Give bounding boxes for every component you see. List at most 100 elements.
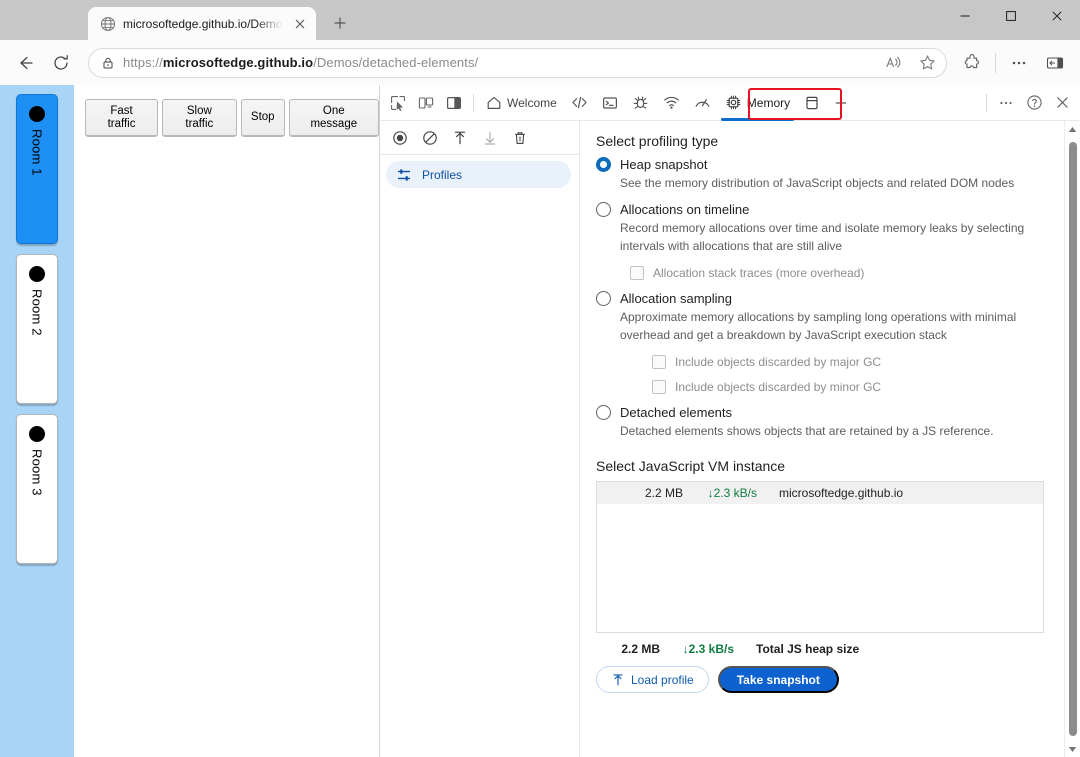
browser-settings-button[interactable]: [1002, 46, 1036, 80]
extensions-button[interactable]: [955, 46, 989, 80]
checkbox-label: Include objects discarded by major GC: [675, 355, 881, 369]
favorite-button[interactable]: [914, 50, 940, 76]
checkbox-indicator: [652, 355, 666, 369]
tab-console[interactable]: [595, 87, 625, 119]
address-bar[interactable]: https://microsoftedge.github.io/Demos/de…: [88, 48, 947, 78]
minimize-button[interactable]: [942, 0, 988, 32]
vm-heap-rate: ↓2.3 kB/s: [683, 486, 757, 500]
tab-welcome[interactable]: Welcome: [479, 87, 564, 119]
clear-button[interactable]: [416, 124, 444, 152]
memory-chip-icon: [725, 94, 742, 111]
vm-instance-list[interactable]: 2.2 MB ↓2.3 kB/s microsoftedge.github.io: [596, 481, 1044, 633]
load-profile-button[interactable]: [446, 124, 474, 152]
option-label: Heap snapshot: [620, 157, 707, 172]
save-profile-button[interactable]: [476, 124, 504, 152]
fast-traffic-button[interactable]: Fast traffic: [85, 99, 158, 137]
scrollbar-track[interactable]: [1065, 137, 1080, 741]
load-profile-button[interactable]: Load profile: [596, 666, 709, 693]
total-heap-row: 2.2 MB ↓2.3 kB/s Total JS heap size: [596, 642, 1080, 656]
read-aloud-button[interactable]: [880, 50, 906, 76]
option-description: Detached elements shows objects that are…: [620, 422, 1032, 440]
delete-profile-button[interactable]: [506, 124, 534, 152]
devtools-body: Profiles Select profiling type Heap snap…: [380, 121, 1080, 757]
radio-detached-elements[interactable]: Detached elements: [596, 405, 1080, 420]
load-profile-label: Load profile: [631, 673, 694, 687]
radio-indicator: [596, 157, 611, 172]
room-item[interactable]: Room 2: [16, 254, 58, 404]
trash-icon: [512, 130, 528, 146]
tab-sources[interactable]: [625, 87, 656, 119]
stop-button[interactable]: Stop: [241, 99, 285, 137]
scrollbar-thumb[interactable]: [1069, 142, 1077, 736]
dock-side-icon: [446, 95, 462, 111]
console-icon: [602, 95, 618, 111]
inspect-element-button[interactable]: [384, 89, 412, 117]
tab-performance[interactable]: [687, 87, 718, 119]
scroll-down-arrow-icon[interactable]: [1068, 741, 1077, 757]
ellipsis-icon: [1010, 54, 1028, 72]
room-item[interactable]: Room 3: [16, 414, 58, 564]
more-tools-button[interactable]: [827, 87, 855, 119]
url-text: https://microsoftedge.github.io/Demos/de…: [123, 55, 872, 70]
globe-icon: [100, 16, 116, 32]
one-message-button[interactable]: One message: [289, 99, 379, 137]
devtools-more-button[interactable]: [992, 89, 1020, 117]
sources-bug-icon: [632, 94, 649, 111]
maximize-button[interactable]: [988, 0, 1034, 32]
radio-allocations-on-timeline[interactable]: Allocations on timeline: [596, 202, 1080, 217]
tab-label: Welcome: [507, 96, 557, 110]
navigation-toolbar: https://microsoftedge.github.io/Demos/de…: [0, 40, 1080, 85]
memory-scrollbar[interactable]: [1064, 121, 1080, 757]
radio-indicator: [596, 291, 611, 306]
tab-network[interactable]: [656, 87, 687, 119]
radio-heap-snapshot[interactable]: Heap snapshot: [596, 157, 1080, 172]
room-status-dot: [29, 106, 45, 122]
close-window-button[interactable]: [1034, 0, 1080, 32]
minimize-icon: [959, 10, 971, 22]
room-item[interactable]: Room 1: [16, 94, 58, 244]
close-icon[interactable]: [292, 16, 308, 32]
record-button[interactable]: [386, 124, 414, 152]
browser-tab[interactable]: microsoftedge.github.io/Demos/d: [88, 7, 316, 40]
back-button[interactable]: [8, 46, 42, 80]
new-tab-button[interactable]: [325, 8, 355, 38]
vm-instance-row[interactable]: 2.2 MB ↓2.3 kB/s microsoftedge.github.io: [597, 482, 1043, 504]
page-action-buttons: Fast traffic Slow traffic Stop One messa…: [85, 99, 379, 137]
checkbox-include-major-gc[interactable]: Include objects discarded by major GC: [652, 355, 1080, 369]
checkbox-include-minor-gc[interactable]: Include objects discarded by minor GC: [652, 380, 1080, 394]
clear-icon: [422, 130, 438, 146]
tab-label: Memory: [747, 96, 790, 110]
scroll-up-arrow-icon[interactable]: [1068, 121, 1077, 137]
radio-allocation-sampling[interactable]: Allocation sampling: [596, 291, 1080, 306]
vm-host-name: microsoftedge.github.io: [779, 486, 903, 500]
tab-memory[interactable]: Memory: [718, 87, 797, 119]
sliders-icon: [396, 167, 412, 183]
checkbox-allocation-stack-traces[interactable]: Allocation stack traces (more overhead): [630, 266, 1080, 280]
tab-application[interactable]: [797, 87, 827, 119]
room-status-dot: [29, 426, 45, 442]
home-icon: [486, 95, 502, 111]
sidebar-toggle-button[interactable]: [1038, 46, 1072, 80]
checkbox-label: Allocation stack traces (more overhead): [653, 266, 864, 280]
sidebar-item-profiles[interactable]: Profiles: [386, 161, 571, 188]
device-emulation-button[interactable]: [412, 89, 440, 117]
extensions-puzzle-icon: [963, 54, 981, 72]
room-label: Room 2: [30, 289, 45, 336]
toolbar-divider: [995, 53, 996, 73]
page-main-area: Fast traffic Slow traffic Stop One messa…: [74, 85, 379, 757]
devtools-help-button[interactable]: [1020, 89, 1048, 117]
tab-elements[interactable]: [564, 87, 595, 119]
slow-traffic-button[interactable]: Slow traffic: [162, 99, 237, 137]
option-label: Detached elements: [620, 405, 732, 420]
option-heap-snapshot: Heap snapshot See the memory distributio…: [596, 157, 1080, 192]
take-snapshot-button[interactable]: Take snapshot: [718, 666, 839, 693]
dock-side-button[interactable]: [440, 89, 468, 117]
option-label: Allocation sampling: [620, 291, 732, 306]
devtools-panel: Welcome: [380, 85, 1080, 757]
elements-code-icon: [571, 94, 588, 111]
application-storage-icon: [804, 95, 820, 111]
reload-button[interactable]: [44, 46, 78, 80]
room-status-dot: [29, 266, 45, 282]
tab-title: microsoftedge.github.io/Demos/d: [123, 17, 285, 31]
devtools-close-button[interactable]: [1048, 89, 1076, 117]
